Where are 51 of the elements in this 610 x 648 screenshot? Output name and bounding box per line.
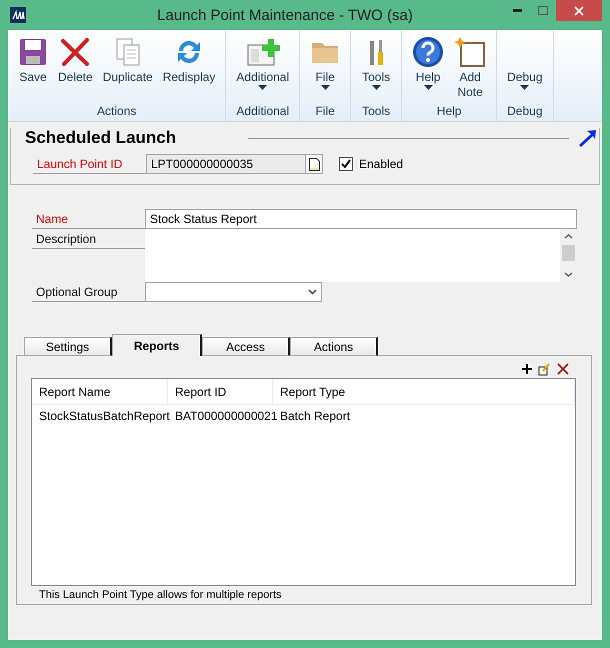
edit-icon[interactable]	[538, 362, 551, 376]
group-label: File	[314, 104, 336, 120]
add-icon[interactable]	[522, 364, 532, 374]
group-label: Actions	[96, 104, 138, 120]
group-label: Help	[436, 104, 462, 120]
ribbon-button[interactable]: Debug	[503, 30, 547, 104]
column-header[interactable]: Report Name	[32, 379, 168, 404]
name-field[interactable]: Stock Status Report	[145, 209, 577, 229]
tab[interactable]: Reports	[112, 334, 202, 356]
launch-point-id-field[interactable]: LPT000000000035	[146, 154, 323, 174]
caret-icon	[320, 85, 330, 90]
minimize-icon	[512, 9, 522, 12]
help-icon	[412, 36, 444, 68]
delete-icon	[60, 37, 90, 67]
chevron-down-icon	[308, 289, 317, 295]
window-title: Launch Point Maintenance - TWO (sa)	[156, 6, 414, 24]
ribbon-button[interactable]: Save	[14, 30, 52, 104]
ribbon-button[interactable]: Help	[408, 30, 448, 104]
ribbon-button[interactable]: Duplicate	[98, 30, 157, 104]
delete-icon[interactable]	[557, 363, 569, 375]
table-cell-text: StockStatusBatchReport	[38, 408, 168, 425]
ribbon-button[interactable]: Redisplay	[158, 30, 220, 104]
ribbon-button[interactable]: Add Note	[450, 30, 490, 104]
note-icon	[454, 36, 486, 68]
tab[interactable]: Access	[202, 337, 290, 356]
enabled-checkbox[interactable]	[339, 157, 353, 171]
column-header[interactable]: Report ID	[168, 379, 273, 404]
group-label: Additional	[235, 104, 290, 120]
tab[interactable]: Actions	[290, 337, 378, 356]
window-add-icon	[246, 37, 280, 67]
tab[interactable]: Settings	[24, 337, 112, 356]
group-label: Tools	[361, 104, 392, 120]
ribbon-button[interactable]: File	[306, 30, 344, 104]
caret-icon	[372, 85, 381, 90]
caret-icon	[258, 85, 268, 90]
app-logo-icon	[10, 7, 26, 23]
column-header[interactable]: Report Type	[273, 379, 575, 404]
ribbon-button[interactable]: Tools	[357, 30, 396, 104]
arrow-icon[interactable]	[577, 129, 597, 147]
maximize-icon	[538, 6, 548, 15]
description-field[interactable]	[145, 229, 577, 282]
group-label: Debug	[506, 104, 544, 120]
footer-note: This Launch Point Type allows for multiple reports	[38, 588, 283, 601]
close-button[interactable]	[556, 0, 602, 21]
caret-icon	[520, 85, 530, 90]
ribbon-button[interactable]: Additional	[232, 30, 294, 104]
close-icon	[574, 6, 584, 16]
document-icon[interactable]	[308, 158, 320, 170]
ribbon-button[interactable]: Delete	[54, 30, 97, 104]
caret-icon	[424, 85, 433, 90]
checkbox-label: Enabled	[359, 157, 404, 171]
